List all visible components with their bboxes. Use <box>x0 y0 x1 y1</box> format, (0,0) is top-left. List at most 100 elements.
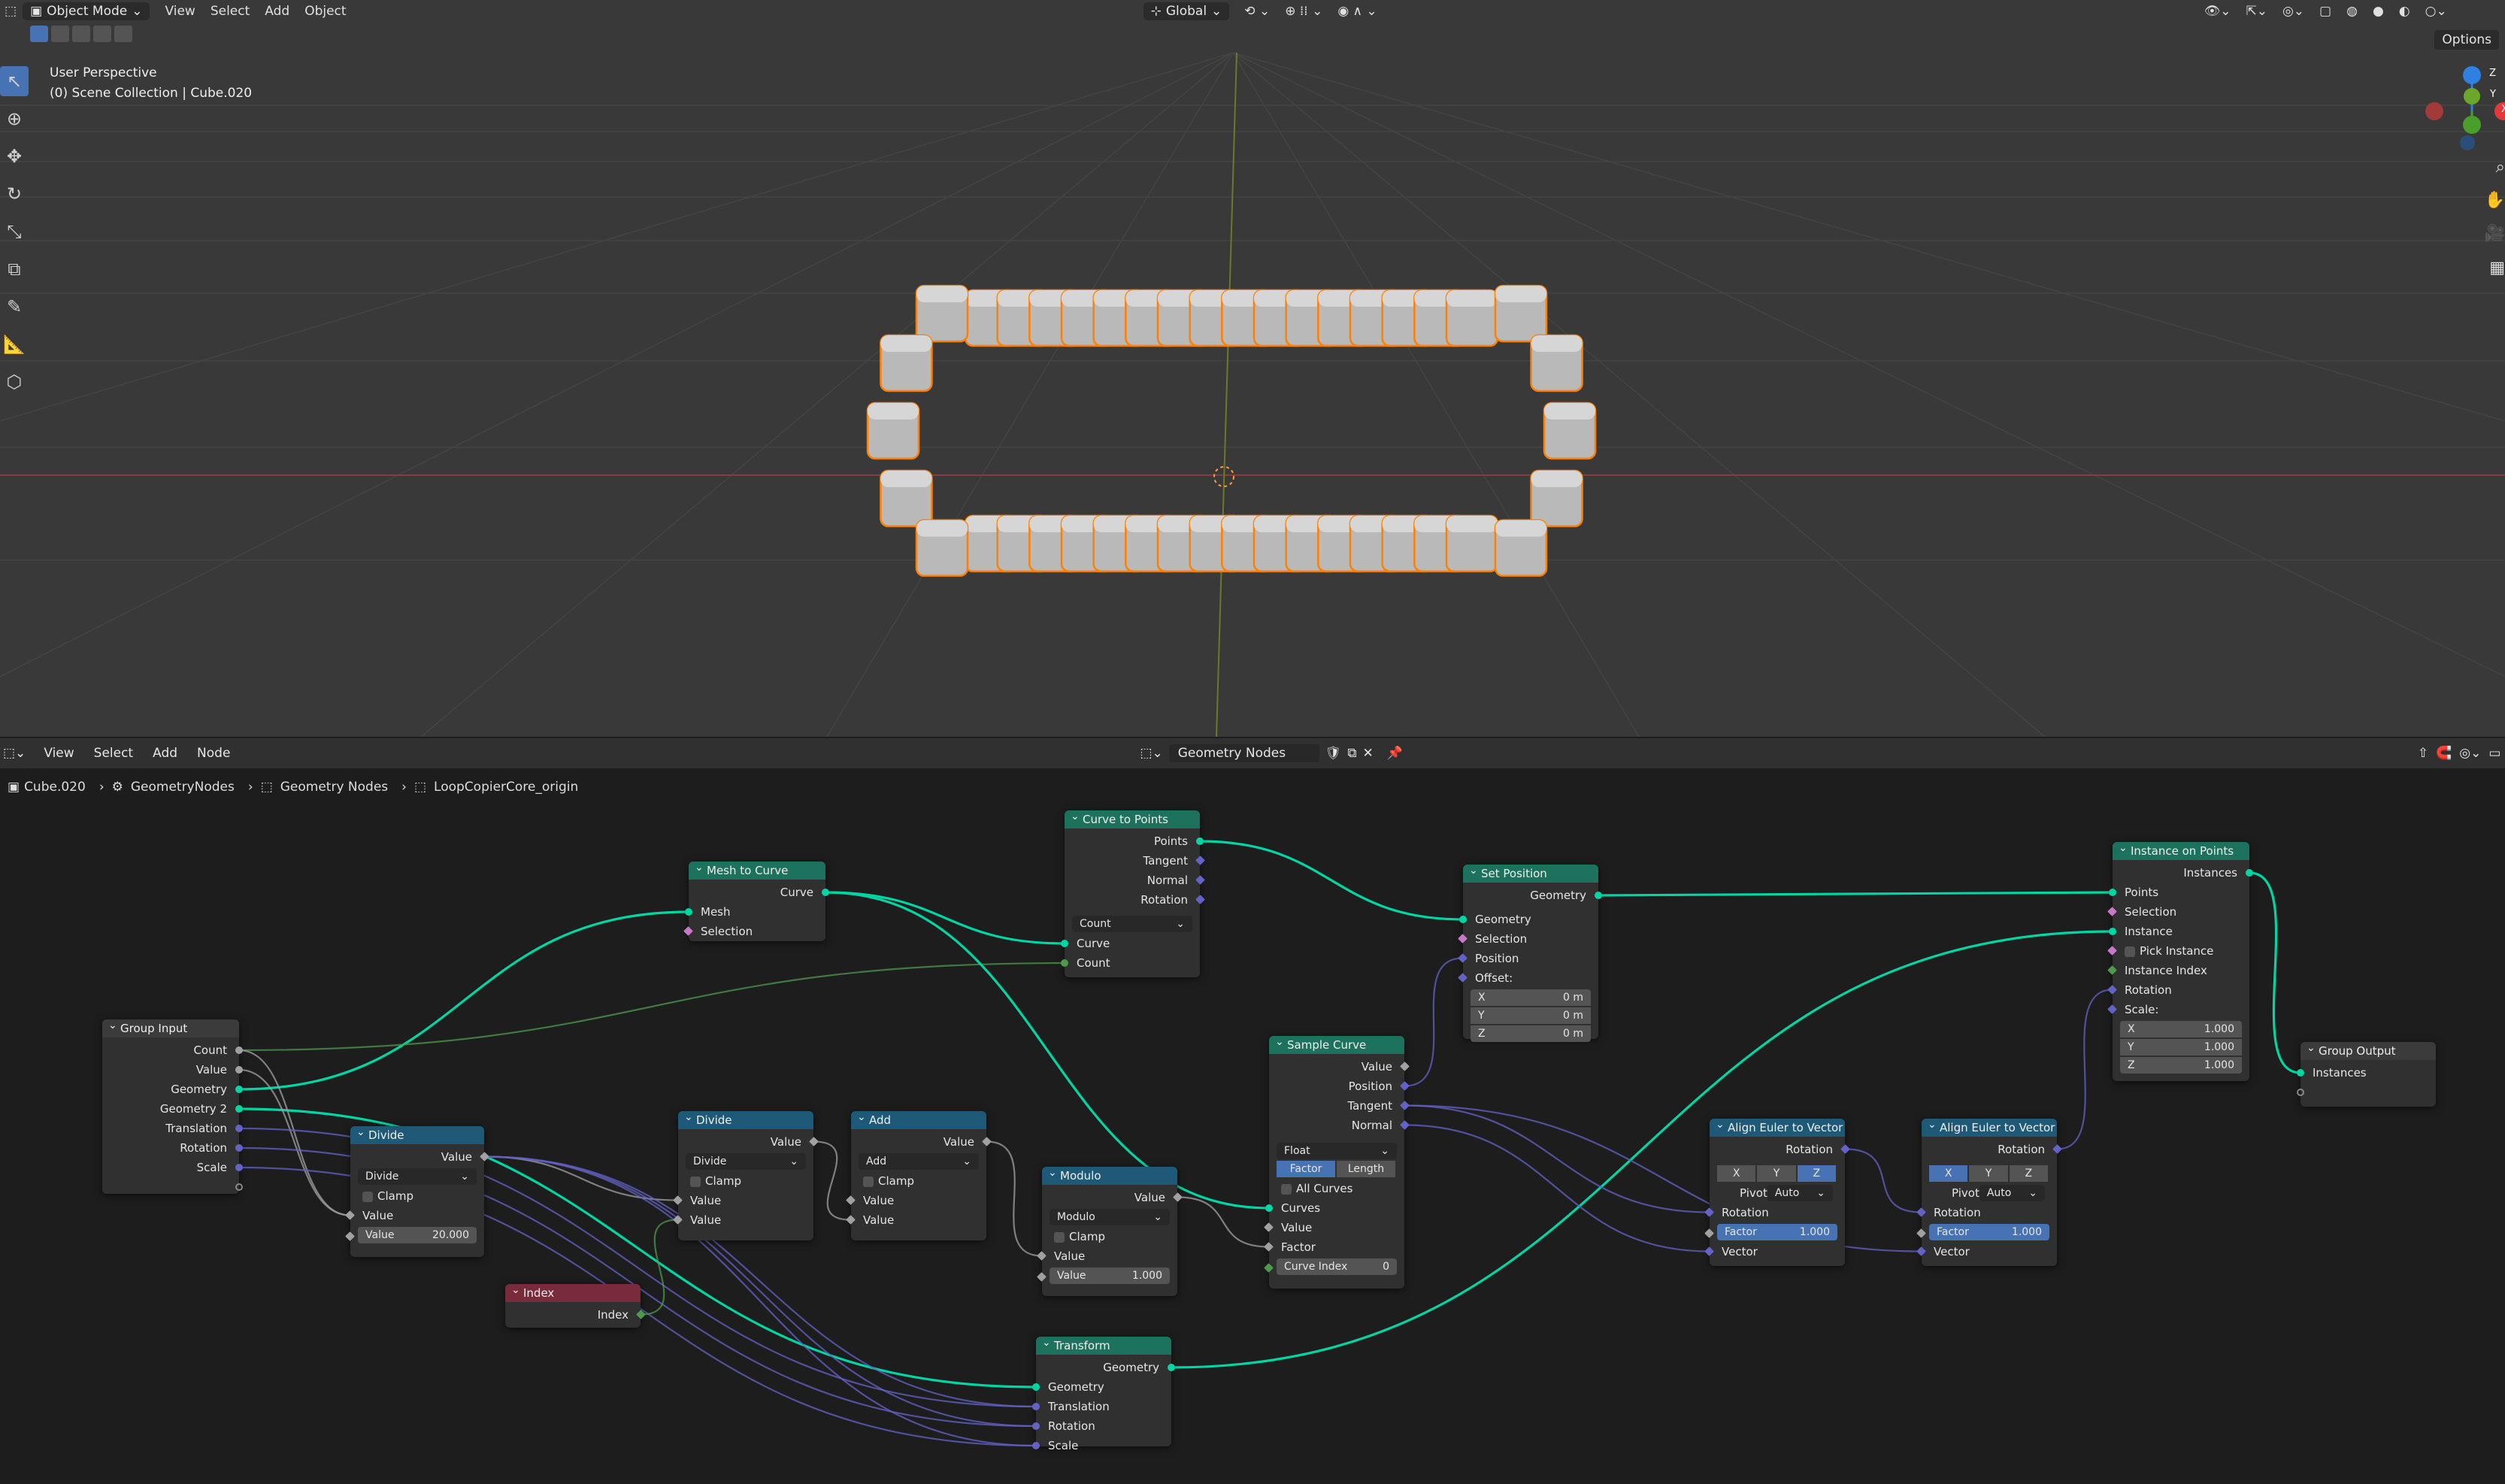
shading-solid-icon[interactable]: ● <box>2373 4 2384 19</box>
select-subtract-icon[interactable] <box>72 26 90 42</box>
axis-z[interactable]: Z <box>2009 1165 2048 1182</box>
scale-tool-icon[interactable]: ⤡ <box>0 217 29 247</box>
node-curve-to-points[interactable]: Curve to Points Points Tangent Normal Ro… <box>1061 807 1205 977</box>
node-modulo[interactable]: Modulo Value Modulo⌄ Clamp Value Value1.… <box>1037 1164 1183 1296</box>
viewport-scene[interactable] <box>0 0 2505 737</box>
node-divide-2[interactable]: Divide Value Divide⌄ Clamp Value Value <box>673 1108 819 1240</box>
node-header[interactable]: Divide <box>350 1123 484 1144</box>
node-divide-1[interactable]: Divide Value Divide⌄ Clamp Value Value20… <box>345 1123 489 1257</box>
node-header[interactable]: Align Euler to Vector <box>1922 1116 2057 1137</box>
menu-add[interactable]: Add <box>153 746 177 761</box>
cube-instances[interactable] <box>866 284 1597 577</box>
mode-select[interactable]: Count ⌄ <box>1072 916 1192 932</box>
node-transform[interactable]: Transform Geometry Geometry Translation … <box>1032 1334 1175 1452</box>
scale-y-field[interactable]: Y 1.000 <box>2120 1039 2242 1055</box>
node-add[interactable]: Add Value Add⌄ Clamp Value Value <box>846 1108 992 1240</box>
pick-instance-checkbox[interactable]: Pick Instance <box>2107 941 2249 961</box>
parent-tree-icon[interactable]: ⇧ <box>2418 746 2428 761</box>
shading-rendered-icon[interactable]: ○⌄ <box>2425 4 2447 19</box>
overlay-icon[interactable]: ◎⌄ <box>2459 746 2481 761</box>
select-invert-icon[interactable] <box>93 26 111 42</box>
offset-x-field[interactable]: X0 m <box>1471 989 1591 1006</box>
factor-field[interactable]: Factor 1.000 <box>1704 1224 1837 1240</box>
node-link[interactable] <box>1404 957 1463 1087</box>
clamp-checkbox[interactable]: Clamp <box>851 1171 986 1191</box>
curve-index-field[interactable]: Curve Index 0 <box>1264 1258 1397 1275</box>
offset-y-field[interactable]: Y0 m <box>1471 1007 1591 1024</box>
node-header[interactable]: Group Input <box>102 1016 239 1037</box>
node-index[interactable]: Index Index <box>505 1281 646 1328</box>
node-link[interactable] <box>238 1068 350 1216</box>
node-link[interactable] <box>641 1219 678 1316</box>
rotate-tool-icon[interactable]: ↻ <box>0 179 29 209</box>
select-extend-icon[interactable] <box>51 26 69 42</box>
editor-type-icon[interactable]: ⬚⌄ <box>3 746 26 761</box>
breadcrumb-tree[interactable]: Geometry Nodes <box>280 780 388 795</box>
node-instance-on-points[interactable]: Instance on Points Instances Points Sele… <box>2107 839 2253 1081</box>
node-header[interactable]: Divide <box>678 1108 813 1129</box>
xray-icon[interactable]: ▢ <box>2319 4 2331 19</box>
fake-user-icon[interactable]: 🛡 <box>1325 746 1342 761</box>
menu-add[interactable]: Add <box>265 4 289 19</box>
node-link[interactable] <box>238 910 689 1091</box>
close-icon[interactable]: ✕ <box>1362 746 1373 761</box>
all-curves-checkbox[interactable]: All Curves <box>1269 1179 1404 1198</box>
menu-object[interactable]: Object <box>304 4 346 19</box>
menu-select[interactable]: Select <box>94 746 133 761</box>
axis-y[interactable]: Y <box>1969 1165 2008 1182</box>
node-header[interactable]: Set Position <box>1463 862 1598 883</box>
operation-select[interactable]: Add ⌄ <box>859 1153 979 1170</box>
node-link[interactable] <box>986 1140 1042 1257</box>
pivot-icon[interactable]: ⟲ ⌄ <box>1244 4 1270 19</box>
node-group-input[interactable]: Group Input Count Value Geometry Geometr… <box>102 1016 243 1194</box>
visibility-icon[interactable]: 👁⌄ <box>2204 4 2231 19</box>
proportional-edit-icon[interactable]: ◉ ∧ ⌄ <box>1337 4 1377 19</box>
shading-material-icon[interactable]: ◐ <box>2399 4 2410 19</box>
menu-view[interactable]: View <box>165 4 195 19</box>
node-header[interactable]: Instance on Points <box>2113 839 2249 860</box>
operation-select[interactable]: Divide ⌄ <box>686 1153 806 1170</box>
editor-type-icon[interactable]: ⬚ <box>5 4 17 19</box>
clamp-checkbox[interactable]: Clamp <box>350 1186 484 1206</box>
axis-toggle[interactable]: XYZ <box>1929 1165 2049 1182</box>
node-link[interactable] <box>1199 840 1464 921</box>
node-link[interactable] <box>2249 871 2301 1074</box>
node-link[interactable] <box>813 1140 851 1221</box>
node-header[interactable]: Mesh to Curve <box>689 859 825 880</box>
factor-mode[interactable]: Factor <box>1277 1161 1335 1177</box>
options-button[interactable]: Options <box>2434 30 2499 50</box>
select-new-icon[interactable] <box>30 26 48 42</box>
node-link[interactable] <box>2057 989 2113 1150</box>
node-align-euler-2[interactable]: Align Euler to Vector Rotation XYZ Pivot… <box>1916 1116 2062 1266</box>
node-editor[interactable]: ⬚⌄ View Select Add Node ⬚⌄ Geometry Node… <box>0 738 2505 1484</box>
scale-z-field[interactable]: Z 1.000 <box>2120 1057 2242 1074</box>
node-group-output[interactable]: Group Output Instances <box>2297 1039 2436 1107</box>
node-header[interactable]: Curve to Points <box>1065 807 1200 828</box>
node-header[interactable]: Add <box>851 1108 986 1129</box>
length-mode[interactable]: Length <box>1337 1161 1395 1177</box>
axis-x[interactable]: X <box>1929 1165 1968 1182</box>
operation-select[interactable]: Divide ⌄ <box>358 1168 477 1185</box>
select-intersect-icon[interactable] <box>114 26 132 42</box>
axis-toggle[interactable]: XYZ <box>1717 1165 1837 1182</box>
node-sample-curve[interactable]: Sample Curve Value Position Tangent Norm… <box>1264 1033 1410 1289</box>
node-link[interactable] <box>825 891 1065 945</box>
pivot-select[interactable]: Auto ⌄ <box>1979 1185 2045 1201</box>
factor-field[interactable]: Factor 1.000 <box>1916 1224 2049 1240</box>
node-header[interactable]: Group Output <box>2301 1039 2436 1060</box>
camera-icon[interactable]: 🎥 <box>2485 224 2505 243</box>
pan-hand-icon[interactable]: ✋ <box>2485 191 2505 210</box>
move-tool-icon[interactable]: ✥ <box>0 141 29 171</box>
shading-wireframe-icon[interactable]: ◍ <box>2346 4 2358 19</box>
cursor-tool-icon[interactable]: ⊕ <box>0 104 29 134</box>
gizmo-toggle-icon[interactable]: ⇱⌄ <box>2246 4 2267 19</box>
node-header[interactable]: Transform <box>1036 1334 1171 1355</box>
node-mesh-to-curve[interactable]: Mesh to Curve Curve Mesh Selection <box>683 859 829 941</box>
duplicate-icon[interactable]: ⧉ <box>1347 746 1356 761</box>
transform-orientation[interactable]: ⊹ Global ⌄ <box>1143 2 1230 20</box>
sidebar-toggle-icon[interactable]: ▭ <box>2488 746 2500 761</box>
node-set-position[interactable]: Set Position Geometry Geometry Selection… <box>1458 862 1602 1042</box>
scale-x-field[interactable]: X 1.000 <box>2120 1021 2242 1037</box>
add-cube-tool-icon[interactable]: ⬡ <box>0 367 29 397</box>
breadcrumb-group[interactable]: LoopCopierCore_origin <box>434 780 578 795</box>
